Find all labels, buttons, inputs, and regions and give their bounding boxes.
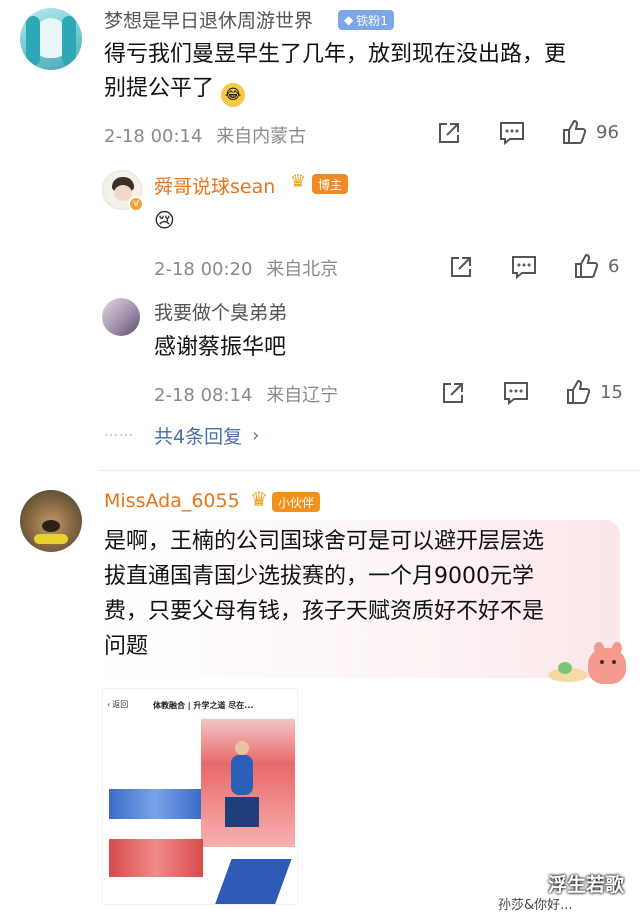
more-replies-dots: …… xyxy=(104,424,134,440)
like-button[interactable]: 6 xyxy=(572,252,619,280)
reply-meta: 2-18 00:20 来自北京 xyxy=(154,255,338,281)
chevron-right-icon: › xyxy=(252,425,260,446)
avatar[interactable] xyxy=(20,490,82,552)
reply-date: 2-18 08:14 xyxy=(154,385,253,406)
image-back-label: 返回 xyxy=(112,700,129,709)
fan-badge: ◆ 铁粉1 xyxy=(338,10,394,30)
diamond-icon: ◆ xyxy=(344,13,354,27)
share-icon[interactable] xyxy=(440,380,466,406)
reply-location: 来自北京 xyxy=(266,259,339,280)
like-count: 96 xyxy=(596,121,619,143)
image-back-button: ‹ 返回 xyxy=(107,699,128,710)
thumbs-up-icon xyxy=(572,252,600,280)
laugh-cry-emoji-icon: 😂 xyxy=(221,83,246,107)
chevron-left-icon: ‹ xyxy=(107,700,111,709)
reply-date: 2-18 00:20 xyxy=(154,259,253,280)
like-count: 15 xyxy=(600,381,623,403)
comment-icon[interactable] xyxy=(498,120,526,146)
comment-text-span: 别提公平了 xyxy=(104,76,215,101)
reply-emoji: 😢 xyxy=(154,208,175,232)
comment-username[interactable]: 梦想是早日退休周游世界 xyxy=(104,6,313,33)
reply-location: 来自辽宁 xyxy=(266,385,339,406)
comment-text-line: 别提公平了 😂 xyxy=(104,72,624,107)
comment-username[interactable]: MissAda_6055 xyxy=(104,490,240,512)
like-button[interactable]: 15 xyxy=(564,378,623,406)
partner-badge: 小伙伴 xyxy=(272,492,321,512)
image-photo-player xyxy=(201,719,295,847)
comment-icon[interactable] xyxy=(510,254,538,280)
mascot-sticker-icon xyxy=(548,642,632,686)
image-photo-team xyxy=(109,839,203,877)
blogger-badge: 博主 xyxy=(312,174,349,194)
more-replies-label: 共4条回复 xyxy=(154,426,243,448)
reply-text: 感谢蔡振华吧 xyxy=(154,335,287,360)
comment-text-line: 是啊，王楠的公司国球舍可是可以避开层层选 xyxy=(104,529,545,554)
comment-text: 是啊，王楠的公司国球舍可是可以避开层层选 拔直通国青国少选拔赛的，一个月9000… xyxy=(104,524,614,664)
share-icon[interactable] xyxy=(436,120,462,146)
image-title: 体教融合 | 升学之道 尽在... xyxy=(153,701,254,710)
thumbs-up-icon xyxy=(560,118,588,146)
share-icon[interactable] xyxy=(448,254,474,280)
comment-text-line: 问题 xyxy=(104,634,149,659)
reply-username[interactable]: 我要做个臭弟弟 xyxy=(154,298,287,325)
comment-meta: 2-18 00:14 来自内蒙古 xyxy=(104,122,306,148)
thumbs-up-icon xyxy=(564,378,592,406)
reply-meta: 2-18 08:14 来自辽宁 xyxy=(154,381,338,407)
comment-text-line: 费，只要父母有钱，孩子天赋资质好不好不是 xyxy=(104,599,545,624)
comment-text-line: 拔直通国青国少选拔赛的，一个月9000元学 xyxy=(104,564,534,589)
partner-crown-icon: ♛ xyxy=(250,487,268,511)
attached-image[interactable]: ‹ 返回 体教融合 | 升学之道 尽在... xyxy=(102,688,298,905)
comment-icon[interactable] xyxy=(502,380,530,406)
watermark: 浮生若歌 xyxy=(548,874,625,896)
image-decoration xyxy=(214,859,292,904)
badge-label: 铁粉1 xyxy=(356,13,388,28)
avatar[interactable] xyxy=(20,8,82,70)
comment-location: 来自内蒙古 xyxy=(216,126,307,147)
image-photo-group xyxy=(109,789,201,819)
verified-badge-icon: v xyxy=(128,196,144,212)
divider xyxy=(100,470,640,471)
more-replies-link[interactable]: 共4条回复 › xyxy=(154,422,259,449)
comment-date: 2-18 00:14 xyxy=(104,126,203,147)
like-button[interactable]: 96 xyxy=(560,118,619,146)
reply-username[interactable]: 舜哥说球sean xyxy=(154,172,275,199)
reply-avatar[interactable] xyxy=(102,298,140,336)
crown-icon: ♛ xyxy=(290,171,307,192)
comment-text-line: 得亏我们曼昱早生了几年，放到现在没出路，更 xyxy=(104,42,567,67)
like-count: 6 xyxy=(608,255,620,277)
comment-text: 得亏我们曼昱早生了几年，放到现在没出路，更 别提公平了 😂 xyxy=(104,38,624,107)
